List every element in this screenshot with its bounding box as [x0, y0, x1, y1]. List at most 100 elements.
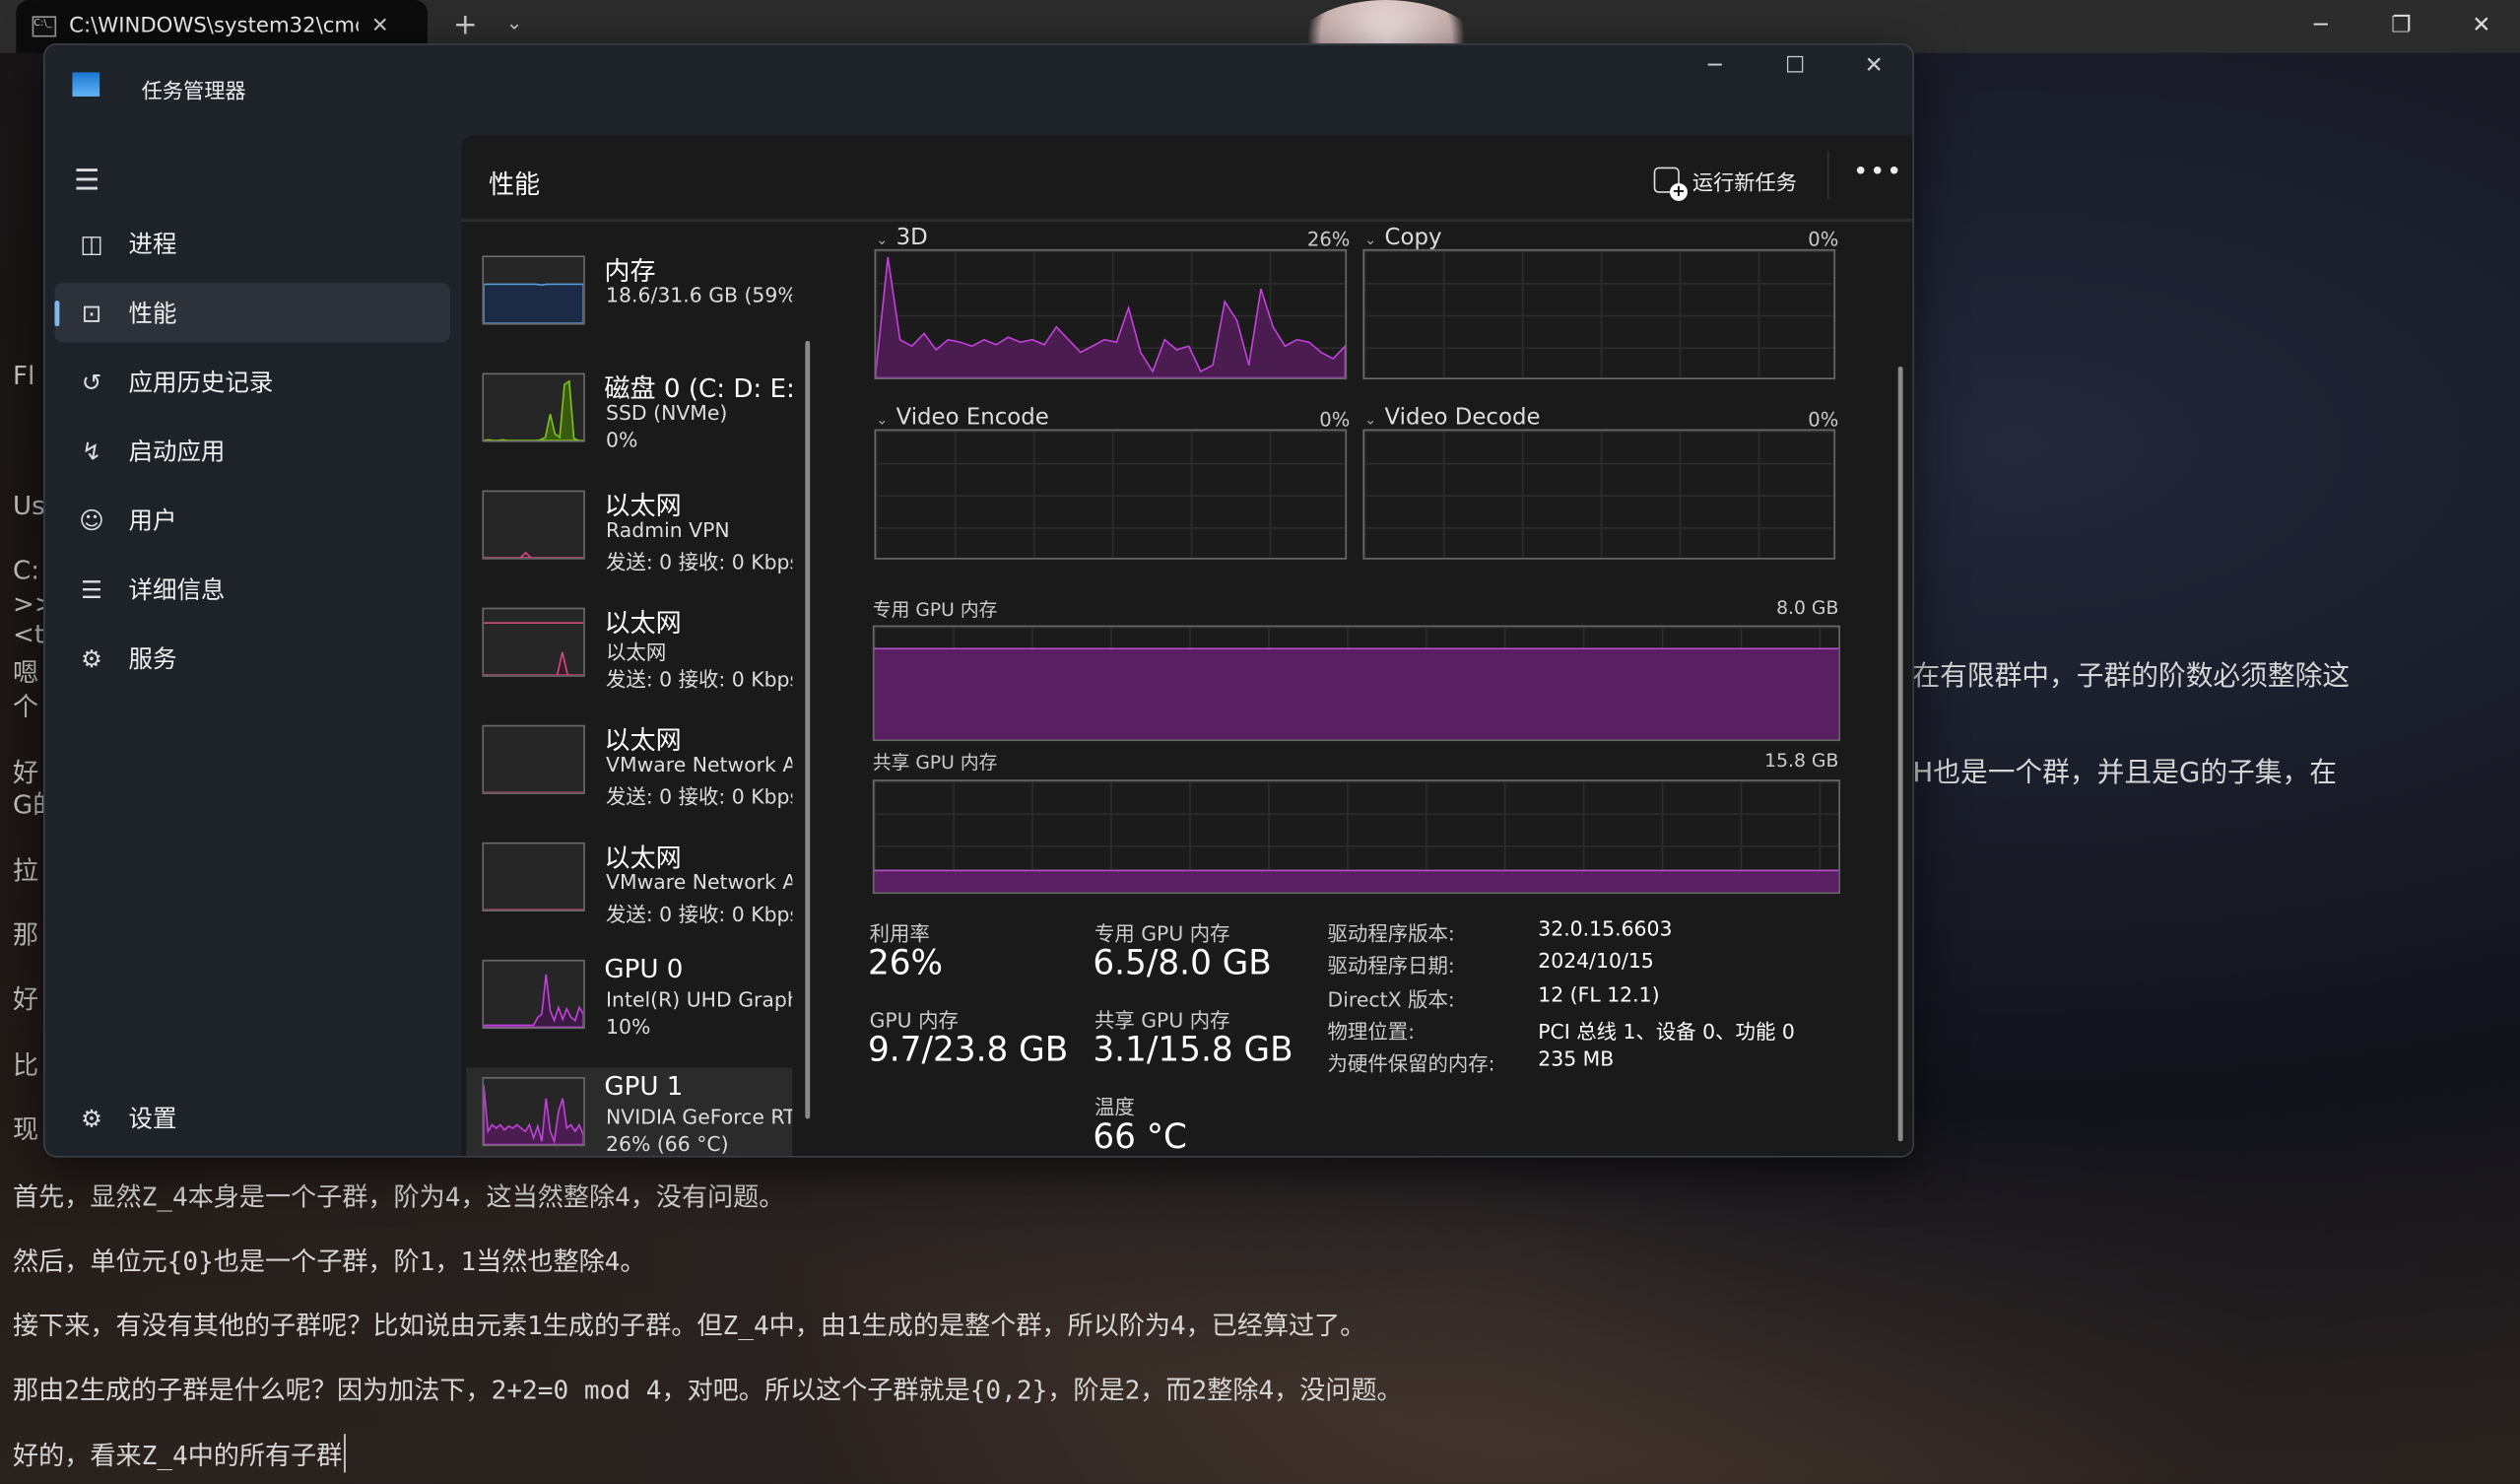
usage-line — [876, 257, 1346, 378]
shared-mem-max: 15.8 GB — [1764, 749, 1839, 773]
device-item[interactable]: GPU 0Intel(R) UHD Graphics10% — [466, 950, 792, 1065]
detail-scrollbar[interactable] — [1897, 366, 1903, 1142]
graph-3d — [874, 248, 1348, 380]
graph-value: 0% — [1808, 228, 1839, 251]
info-value: 32.0.15.6603 — [1538, 915, 1673, 941]
terminal-icon: C:\_ — [32, 16, 57, 37]
nav-label: 性能 — [128, 299, 177, 328]
history-icon: ↺ — [81, 367, 102, 397]
terminal-text-fragment: Us — [13, 490, 44, 521]
chevron-down-icon[interactable]: ⌄ — [876, 413, 888, 429]
usage-line — [484, 284, 584, 323]
device-list-scrollbar[interactable] — [805, 340, 811, 1119]
terminal-text-fragment: 那 — [13, 919, 39, 951]
utilization-label: 利用率 — [869, 920, 930, 946]
device-subtitle: Radmin VPN — [606, 517, 730, 542]
info-key: DirectX 版本: — [1327, 986, 1455, 1011]
tab-dropdown-icon[interactable]: ⌄ — [506, 11, 522, 34]
terminal-text-fragment: C: — [13, 554, 40, 585]
nav-item-5[interactable]: ☺ 用户 — [54, 491, 449, 550]
device-subtitle: 18.6/31.6 GB (59%) — [606, 283, 793, 307]
nav-label: 用户 — [128, 506, 177, 536]
gpu-memory-value: 9.7/23.8 GB — [867, 1030, 1069, 1069]
device-name: GPU 0 — [604, 953, 684, 984]
info-value: 2024/10/15 — [1538, 949, 1654, 974]
terminal-line: H也是一个群，并且是G的子集，在 — [1912, 757, 2338, 790]
nav-item-3[interactable]: ↺ 应用历史记录 — [54, 352, 449, 411]
usage-line — [484, 381, 583, 441]
chevron-down-icon[interactable]: ⌄ — [1364, 413, 1376, 429]
graph-label: Video Encode — [895, 405, 1049, 432]
close-button[interactable]: ✕ — [1838, 53, 1909, 86]
nav-item-1[interactable]: ◫ 进程 — [54, 214, 449, 273]
maximize-button[interactable]: ☐ — [1759, 53, 1830, 86]
users-icon: ☺ — [79, 506, 104, 535]
info-key: 驱动程序日期: — [1327, 953, 1455, 978]
nav-item-6[interactable]: ☰ 详细信息 — [54, 560, 449, 619]
graph-label: 3D — [895, 225, 928, 251]
minimize-button[interactable]: ─ — [1680, 53, 1751, 86]
temperature-label: 温度 — [1094, 1094, 1135, 1119]
device-subtitle: Intel(R) UHD Graphics — [606, 986, 792, 1012]
terminal-line: 那由2生成的子群是什么呢？因为加法下，2+2=0 mod 4，对吧。所以这个子群… — [13, 1374, 1403, 1405]
shared-mem-graph — [872, 779, 1840, 895]
terminal-input-line[interactable]: 好的，看来Z_4中的所有子群 — [13, 1434, 346, 1473]
device-item[interactable]: 内存 18.6/31.6 GB (59%) — [466, 246, 792, 362]
chevron-down-icon[interactable]: ⌄ — [1364, 234, 1376, 249]
more-options-button[interactable]: ••• — [1853, 156, 1903, 186]
graph-title: ⌄ Video Decode — [1364, 405, 1540, 431]
page-title: 性能 — [488, 169, 541, 200]
minimize-button[interactable]: ─ — [2288, 7, 2353, 47]
details-icon: ☰ — [81, 574, 102, 604]
utilization-value: 26% — [867, 943, 944, 982]
device-name: GPU 1 — [604, 1070, 684, 1102]
device-detail: 0% — [606, 427, 638, 452]
device-thumbnail-graph — [482, 724, 585, 794]
services-icon: ⚙ — [81, 643, 102, 673]
graph-value: 0% — [1808, 408, 1839, 432]
shared-mem-fill — [874, 869, 1839, 893]
device-thumbnail-graph — [482, 490, 585, 560]
graph-copy — [1362, 248, 1836, 380]
device-item[interactable]: 以太网 以太网 发送: 0 接收: 0 Kbps — [466, 598, 792, 713]
graph-video-decode — [1362, 429, 1836, 560]
terminal-text-fragment: 现 — [13, 1113, 39, 1145]
dedicated-value: 6.5/8.0 GB — [1093, 943, 1272, 982]
shared-value: 3.1/15.8 GB — [1093, 1030, 1293, 1069]
device-detail: 发送: 0 接收: 0 Kbps — [606, 549, 793, 574]
device-thumbnail-graph — [482, 842, 585, 912]
nav-label: 设置 — [128, 1104, 177, 1134]
device-thumbnail-graph — [482, 959, 585, 1030]
device-thumbnail-graph — [482, 1077, 585, 1147]
new-tab-button[interactable]: + — [453, 8, 478, 41]
dedicated-mem-fill — [874, 647, 1839, 740]
device-item[interactable]: 以太网VMware Network Adapter发送: 0 接收: 0 Kbp… — [466, 715, 792, 831]
dedicated-mem-max: 8.0 GB — [1776, 596, 1839, 620]
baseline — [484, 622, 584, 624]
restore-button[interactable]: ❐ — [2369, 7, 2433, 47]
device-detail: 发送: 0 接收: 0 Kbps — [606, 784, 793, 809]
terminal-text-fragment: 拉 — [13, 854, 39, 886]
terminal-text-fragment: Fl — [13, 360, 35, 391]
terminal-line: 然后，单位元{0}也是一个子群，阶1，1当然也整除4。 — [13, 1246, 646, 1277]
gear-icon: ⚙ — [81, 1103, 102, 1133]
device-item[interactable]: GPU 1 NVIDIA GeForce RTX 26% (66 °C) — [466, 1067, 793, 1156]
chevron-down-icon[interactable]: ⌄ — [876, 234, 888, 249]
divider — [1826, 151, 1829, 200]
desktop: C:\_ C:\WINDOWS\system32\cmd.e ✕ + ⌄ ─ ❐… — [0, 0, 2520, 1484]
nav-item-2[interactable]: ⊡ 性能 — [54, 283, 450, 343]
run-new-task-button[interactable]: 运行新任务 — [1653, 160, 1797, 201]
nav-item-4[interactable]: ↯ 启动应用 — [54, 421, 449, 480]
close-button[interactable]: ✕ — [2449, 7, 2513, 47]
shared-label: 共享 GPU 内存 — [1094, 1007, 1230, 1033]
nav-item-7[interactable]: ⚙ 服务 — [54, 629, 449, 688]
hamburger-menu-icon[interactable]: ☰ — [74, 164, 99, 197]
dedicated-label: 专用 GPU 内存 — [1094, 920, 1230, 946]
close-tab-icon[interactable]: ✕ — [371, 15, 389, 38]
usage-line — [484, 652, 583, 676]
terminal-text-fragment: 好 — [13, 983, 39, 1015]
device-item[interactable]: 以太网 Radmin VPN 发送: 0 接收: 0 Kbps — [466, 481, 792, 596]
device-item[interactable]: 磁盘 0 (C: D: E:) SSD (NVMe) 0% — [466, 364, 794, 479]
device-item[interactable]: 以太网VMware Network Adapter发送: 0 接收: 0 Kbp… — [466, 833, 792, 948]
nav-settings[interactable]: ⚙ 设置 — [54, 1088, 449, 1147]
